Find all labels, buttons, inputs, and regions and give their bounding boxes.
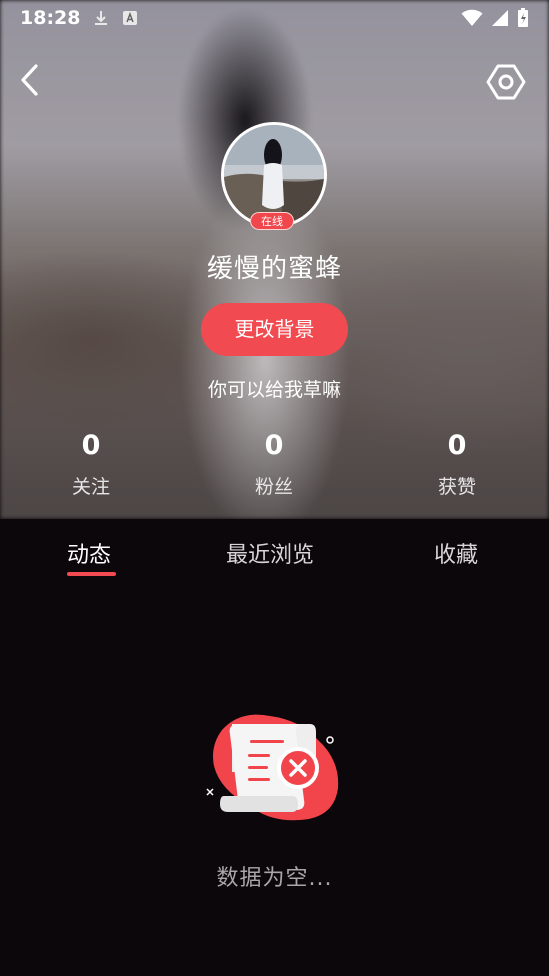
stat-value: 0	[81, 430, 101, 461]
status-right-icons	[461, 8, 529, 28]
hexagon-settings-icon	[486, 64, 526, 100]
profile-stats: 0 关注 0 粉丝 0 获赞	[0, 428, 549, 508]
stat-label: 关注	[71, 476, 110, 498]
status-bar: 18:28	[0, 0, 549, 36]
stat-label: 获赞	[437, 476, 476, 498]
chevron-left-icon	[21, 64, 38, 96]
tab-activity[interactable]: 动态	[67, 537, 111, 569]
settings-button[interactable]	[486, 62, 526, 102]
stat-value: 0	[264, 430, 284, 461]
change-background-button[interactable]: 更改背景	[201, 303, 348, 356]
tab-favorites[interactable]: 收藏	[434, 537, 478, 569]
stat-value: 0	[447, 430, 467, 461]
active-tab-indicator	[67, 572, 116, 576]
stat-likes[interactable]: 0 获赞	[397, 428, 517, 499]
battery-icon	[518, 8, 528, 27]
back-button[interactable]	[14, 60, 46, 100]
stat-fans[interactable]: 0 粉丝	[214, 428, 334, 499]
keyboard-a-icon	[123, 11, 138, 25]
empty-document-icon	[200, 710, 345, 825]
status-time: 18:28	[20, 7, 81, 29]
avatar-container[interactable]: 在线	[221, 122, 327, 230]
profile-signature: 你可以给我草嘛	[207, 379, 341, 401]
wifi-icon	[461, 9, 483, 26]
stat-following[interactable]: 0 关注	[31, 428, 151, 499]
username: 缓慢的蜜蜂	[206, 254, 342, 284]
download-icon	[95, 11, 108, 25]
avatar-photo	[224, 125, 324, 225]
tab-recent-views[interactable]: 最近浏览	[226, 537, 314, 569]
online-status-badge: 在线	[250, 212, 294, 230]
status-left-icons	[94, 10, 138, 26]
empty-state-text: 数据为空...	[216, 866, 333, 891]
signal-icon	[492, 10, 508, 26]
stat-label: 粉丝	[254, 476, 293, 498]
